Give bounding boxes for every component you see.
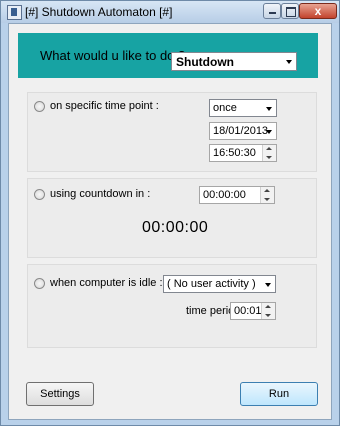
specific-time-label: on specific time point : — [50, 100, 159, 112]
window-title: [#] Shutdown Automaton [#] — [25, 5, 173, 19]
chevron-down-icon — [266, 130, 272, 134]
minimize-button[interactable] — [263, 3, 281, 19]
close-icon: x — [314, 4, 322, 18]
maximize-button[interactable] — [281, 3, 299, 19]
app-icon — [7, 5, 22, 20]
idle-mode-dropdown[interactable]: ( No user activity ) — [163, 275, 276, 293]
chevron-down-icon — [266, 107, 272, 111]
date-value: 18/01/2013 — [213, 125, 269, 137]
settings-button[interactable]: Settings — [26, 382, 94, 406]
date-picker[interactable]: 18/01/2013 — [209, 122, 277, 140]
countdown-stepper[interactable]: 00:00:00 — [199, 186, 275, 204]
repeat-dropdown-value: once — [213, 102, 237, 114]
maximize-icon — [286, 7, 296, 17]
countdown-radio[interactable] — [34, 189, 45, 200]
repeat-dropdown[interactable]: once — [209, 99, 277, 117]
specific-time-radio[interactable] — [34, 101, 45, 112]
specific-time-group: on specific time point : once 18/01/2013… — [27, 92, 317, 172]
time-stepper[interactable]: 16:50:30 — [209, 144, 277, 162]
action-dropdown-value: Shutdown — [176, 55, 234, 69]
close-button[interactable]: x — [299, 3, 337, 19]
spin-up-icon — [264, 189, 270, 192]
idle-group: when computer is idle : ( No user activi… — [27, 264, 317, 348]
countdown-input-value: 00:00:00 — [203, 189, 246, 201]
spin-buttons[interactable] — [260, 187, 274, 203]
title-bar[interactable]: [#] Shutdown Automaton [#] x — [1, 1, 339, 23]
countdown-group: using countdown in : 00:00:00 00:00:00 — [27, 178, 317, 258]
countdown-label: using countdown in : — [50, 188, 151, 200]
countdown-display: 00:00:00 — [142, 219, 209, 236]
time-value: 16:50:30 — [213, 147, 256, 159]
chevron-down-icon — [265, 283, 271, 287]
spin-down-icon — [264, 198, 270, 201]
spin-buttons[interactable] — [261, 303, 275, 319]
run-button[interactable]: Run — [240, 382, 318, 406]
idle-radio[interactable] — [34, 278, 45, 289]
time-period-stepper[interactable]: 00:01 — [230, 302, 276, 320]
action-prompt-label: What would u like to do ? — [40, 48, 186, 63]
spin-down-icon — [265, 314, 271, 317]
minimize-icon — [269, 12, 276, 14]
client-area: What would u like to do ? Shutdown on sp… — [8, 23, 332, 420]
spin-up-icon — [266, 147, 272, 150]
spin-up-icon — [265, 305, 271, 308]
idle-label: when computer is idle : — [50, 277, 163, 289]
chevron-down-icon — [286, 60, 292, 64]
app-window: [#] Shutdown Automaton [#] x What would … — [0, 0, 340, 426]
idle-mode-value: ( No user activity ) — [167, 278, 256, 290]
spin-down-icon — [266, 156, 272, 159]
spin-buttons[interactable] — [262, 145, 276, 161]
action-header-panel: What would u like to do ? Shutdown — [18, 33, 318, 78]
time-period-value: 00:01 — [234, 305, 262, 317]
action-dropdown[interactable]: Shutdown — [171, 52, 297, 71]
